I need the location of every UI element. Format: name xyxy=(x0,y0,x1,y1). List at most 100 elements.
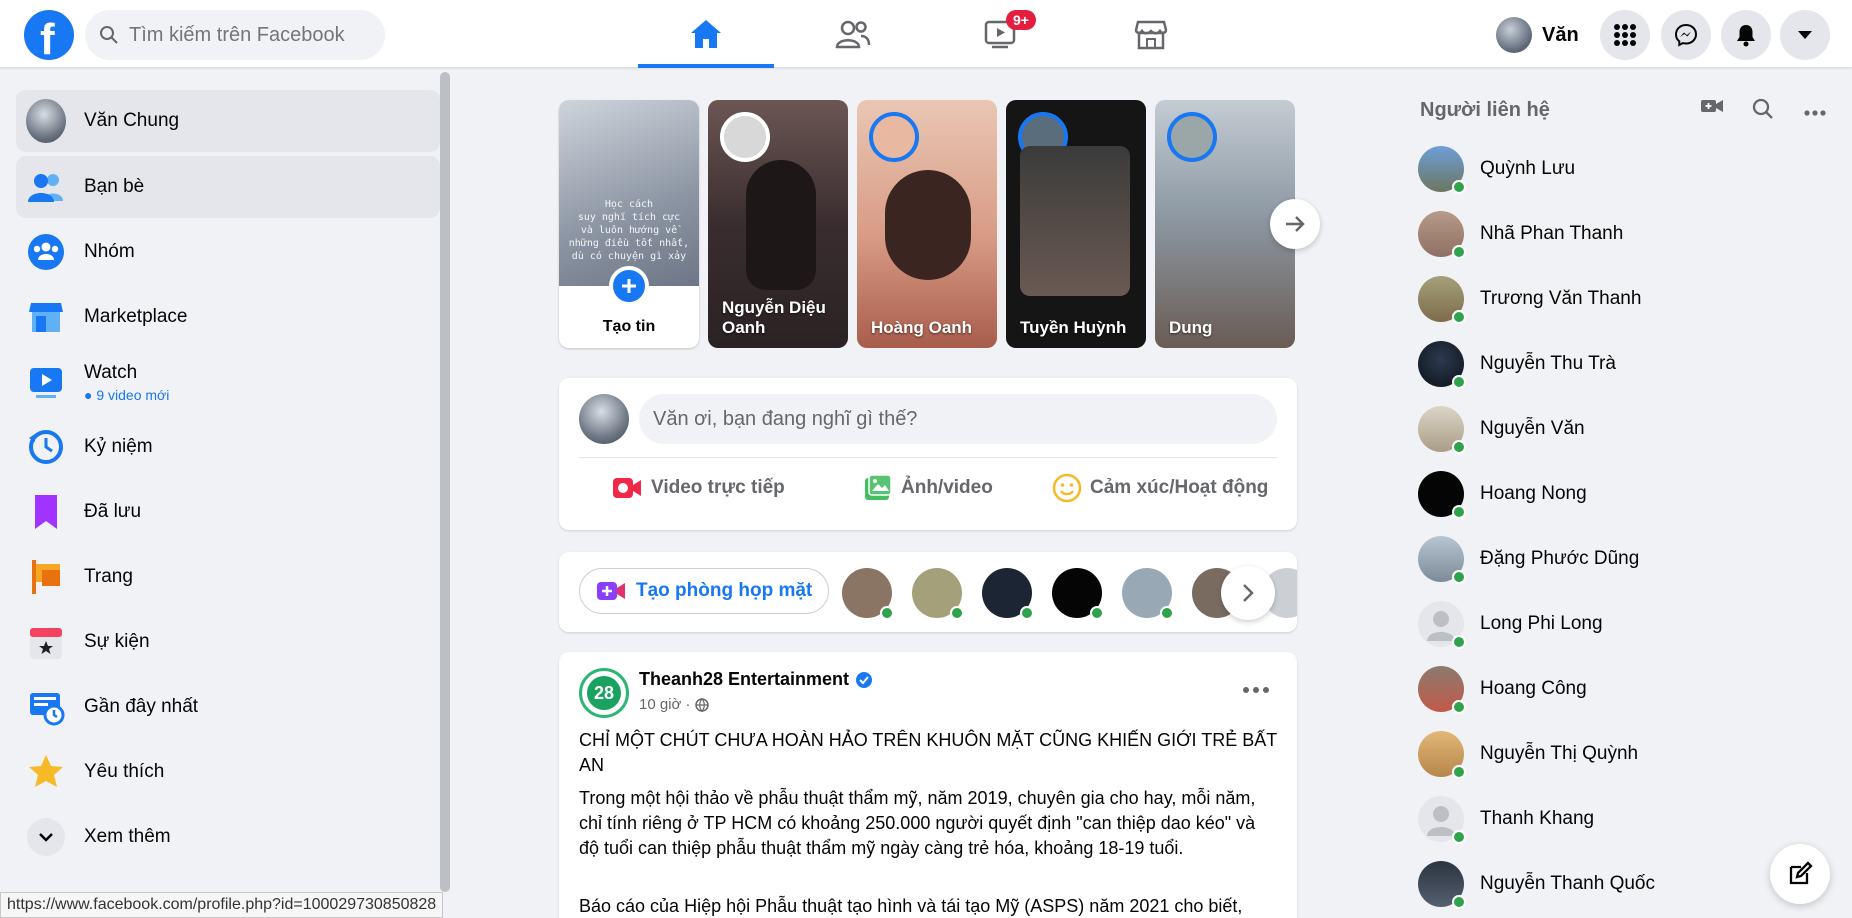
notifications-button[interactable] xyxy=(1721,10,1771,60)
left-sidebar: Văn Chung Bạn bè Nhóm Marketplace Watch … xyxy=(4,70,450,918)
chevron-right-icon xyxy=(1243,584,1254,602)
live-video-button[interactable]: Video trực tiếp xyxy=(611,468,785,508)
post-author-row: Theanh28 Entertainment xyxy=(639,669,873,690)
contacts-options-button[interactable] xyxy=(1804,103,1832,117)
contact-item[interactable]: Hoang Nong xyxy=(1418,466,1818,522)
post-author-name[interactable]: Theanh28 Entertainment xyxy=(639,669,849,690)
contact-item[interactable]: Nguyễn Thanh Quốc xyxy=(1418,856,1818,912)
sidebar-item-see-more[interactable]: Xem thêm xyxy=(16,806,440,868)
contact-avatar xyxy=(1418,731,1466,779)
contact-item[interactable]: Nguyễn Văn xyxy=(1418,401,1818,457)
profile-chip[interactable]: Văn xyxy=(1496,14,1579,56)
contacts-search-button[interactable] xyxy=(1752,98,1780,126)
menu-button[interactable] xyxy=(1600,10,1650,60)
contact-name: Hoang Công xyxy=(1480,678,1587,699)
photo-video-button[interactable]: Ảnh/video xyxy=(863,468,993,508)
messenger-icon xyxy=(1674,23,1698,47)
tab-watch[interactable]: 9+ xyxy=(932,0,1068,68)
sidebar-scrollbar[interactable] xyxy=(440,72,450,892)
add-story-button[interactable] xyxy=(609,266,649,306)
post-time[interactable]: 10 giờ · xyxy=(639,696,691,713)
sidebar-item-groups[interactable]: Nhóm xyxy=(16,221,440,283)
contact-avatar xyxy=(1418,146,1466,194)
sidebar-item-events[interactable]: Sự kiện xyxy=(16,611,440,673)
room-contact-avatar[interactable] xyxy=(842,568,894,620)
story-name: Hoàng Oanh xyxy=(871,318,973,337)
sidebar-item-friends[interactable]: Bạn bè xyxy=(16,156,440,218)
online-dot xyxy=(1452,375,1466,389)
contact-item[interactable]: Nhã Phan Thanh xyxy=(1418,206,1818,262)
bell-icon xyxy=(1737,25,1755,47)
contact-item[interactable]: Nguyễn Thị Quỳnh xyxy=(1418,726,1818,782)
search-input[interactable] xyxy=(129,23,369,47)
tab-friends[interactable] xyxy=(785,0,921,68)
sidebar-item-watch[interactable]: Watch ● 9 video mới xyxy=(16,351,440,413)
online-dot xyxy=(1452,570,1466,584)
events-icon xyxy=(30,628,62,659)
arrow-right-icon xyxy=(1286,216,1305,232)
stories-next-button[interactable] xyxy=(1270,199,1320,249)
search-box[interactable] xyxy=(85,10,385,60)
sidebar-item-saved[interactable]: Đã lưu xyxy=(16,481,440,543)
feeling-activity-label: Cảm xúc/Hoạt động xyxy=(1090,477,1269,498)
create-story-image: Học cách suy nghĩ tích cực và luôn hướng… xyxy=(559,100,699,286)
contact-item[interactable]: Thanh Khang xyxy=(1418,791,1818,847)
facebook-logo-icon[interactable]: f xyxy=(24,10,74,60)
sidebar-item-memories[interactable]: Kỷ niệm xyxy=(16,416,440,478)
contact-item[interactable]: Trương Văn Thanh xyxy=(1418,271,1818,327)
friends-tab-icon xyxy=(835,20,871,49)
more-horizontal-icon xyxy=(1243,687,1269,693)
room-contact-avatar[interactable] xyxy=(1052,568,1104,620)
messenger-button[interactable] xyxy=(1661,10,1711,60)
post-options-button[interactable] xyxy=(1234,668,1278,712)
photo-video-label: Ảnh/video xyxy=(901,477,993,498)
search-icon xyxy=(1752,98,1773,119)
create-story-card[interactable]: Học cách suy nghĩ tích cực và luôn hướng… xyxy=(559,100,699,348)
contact-item[interactable]: Long Phi Long xyxy=(1418,596,1818,652)
sidebar-item-label: Gần đây nhất xyxy=(84,696,199,717)
composer-divider xyxy=(579,457,1277,458)
rooms-next-button[interactable] xyxy=(1221,566,1275,620)
post-author-avatar[interactable]: 28 xyxy=(579,668,629,718)
sidebar-item-marketplace[interactable]: Marketplace xyxy=(16,286,440,348)
verified-badge-icon xyxy=(856,671,873,688)
top-navigation-bar: f 9+ Văn xyxy=(0,0,1852,68)
sidebar-item-pages[interactable]: Trang xyxy=(16,546,440,608)
contact-item[interactable]: Đặng Phước Dũng xyxy=(1418,531,1818,587)
story-avatar xyxy=(1167,112,1217,162)
feeling-activity-button[interactable]: Cảm xúc/Hoạt động xyxy=(1052,468,1268,508)
online-dot xyxy=(1452,765,1466,779)
new-room-button[interactable] xyxy=(1700,96,1728,124)
sidebar-item-label: Trang xyxy=(84,566,133,587)
story-name: Dung xyxy=(1169,318,1213,337)
contact-name: Trương Văn Thanh xyxy=(1480,288,1642,309)
story-card[interactable]: Tuyền Huỳnh xyxy=(1006,100,1146,348)
sidebar-item-favorites[interactable]: Yêu thích xyxy=(16,741,440,803)
online-dot xyxy=(1452,700,1466,714)
room-contact-avatar[interactable] xyxy=(912,568,964,620)
create-room-label: Tạo phòng họp mặt xyxy=(636,580,813,601)
post-paragraph: Trong một hội thảo về phẫu thuật thẩm mỹ… xyxy=(579,788,1256,858)
account-menu-button[interactable] xyxy=(1780,10,1830,60)
tab-marketplace[interactable] xyxy=(1083,0,1219,68)
tab-home[interactable] xyxy=(638,0,774,68)
room-contact-avatar[interactable] xyxy=(982,568,1034,620)
composer-input[interactable]: Văn ơi, bạn đang nghĩ gì thế? xyxy=(639,394,1277,444)
contact-item[interactable]: Hoang Công xyxy=(1418,661,1818,717)
sidebar-item-profile[interactable]: Văn Chung xyxy=(16,90,440,152)
online-dot xyxy=(1452,245,1466,259)
story-card[interactable]: Hoàng Oanh xyxy=(857,100,997,348)
pages-icon xyxy=(32,560,60,594)
contact-avatar xyxy=(1418,341,1466,389)
contact-name: Quỳnh Lưu xyxy=(1480,158,1576,179)
new-message-button[interactable] xyxy=(1770,844,1830,904)
contact-item[interactable]: Nguyễn Thu Trà xyxy=(1418,336,1818,392)
create-room-button[interactable]: Tạo phòng họp mặt xyxy=(579,568,830,614)
story-card[interactable]: Nguyễn Diệu Oanh xyxy=(708,100,848,348)
home-icon xyxy=(691,20,721,48)
online-dot xyxy=(1452,505,1466,519)
contact-item[interactable]: Quỳnh Lưu xyxy=(1418,141,1818,197)
room-contact-avatar[interactable] xyxy=(1122,568,1174,620)
page-logo-icon: 28 xyxy=(587,676,621,710)
sidebar-item-most-recent[interactable]: Gần đây nhất xyxy=(16,676,440,738)
